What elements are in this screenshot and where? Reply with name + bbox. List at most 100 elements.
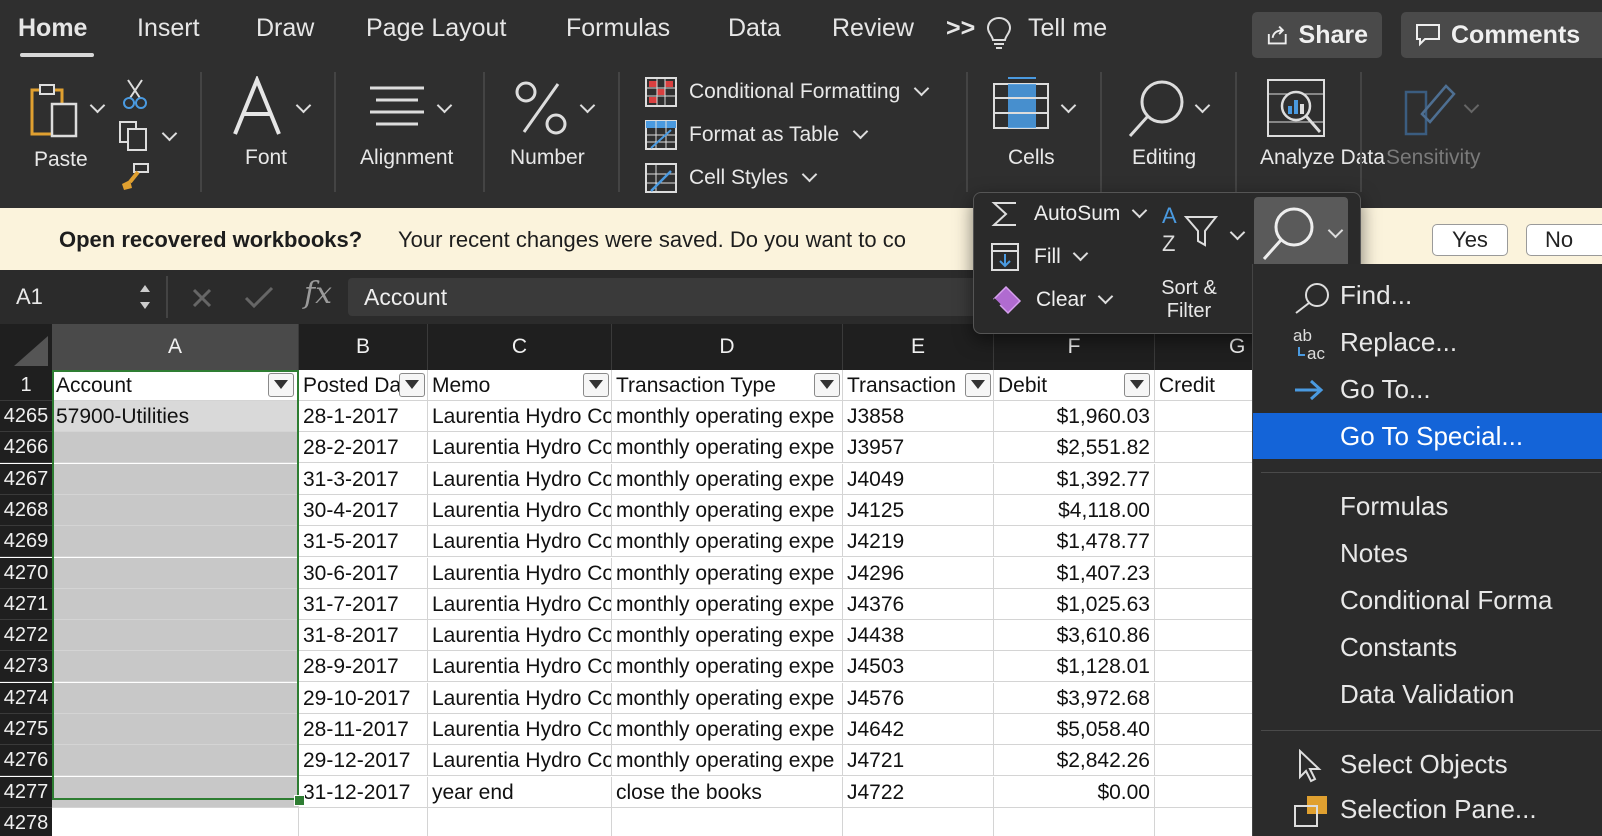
column-header-b[interactable]: B (299, 324, 428, 370)
cell-transaction-type[interactable]: monthly operating expe (612, 714, 843, 745)
yes-button[interactable]: Yes (1432, 224, 1508, 256)
cell-account[interactable]: 57900-Utilities (52, 401, 299, 432)
cell-transaction[interactable]: J4296 (843, 558, 994, 589)
cell-debit[interactable]: $5,058.40 (994, 714, 1155, 745)
row-header[interactable]: 4266 (0, 432, 52, 463)
menu-item-constants[interactable]: Constants (1253, 624, 1602, 670)
cell-account[interactable] (52, 651, 299, 682)
cell-debit[interactable]: $1,960.03 (994, 401, 1155, 432)
cell-memo[interactable]: Laurentia Hydro Co (428, 714, 612, 745)
row-header[interactable]: 1 (0, 370, 52, 401)
row-header[interactable]: 4277 (0, 777, 52, 808)
cell-posted-date[interactable]: 31-3-2017 (299, 464, 428, 495)
cell-posted-date[interactable]: 29-10-2017 (299, 683, 428, 714)
menu-item-selection-pane[interactable]: Selection Pane... (1253, 786, 1602, 832)
paste-button[interactable]: Paste (20, 78, 100, 188)
cell-posted-date[interactable] (299, 808, 428, 836)
tab-page-layout[interactable]: Page Layout (366, 14, 506, 43)
cells-button[interactable]: Cells (990, 76, 1080, 186)
cell-transaction[interactable]: J4503 (843, 651, 994, 682)
cell-memo[interactable]: Laurentia Hydro Co (428, 620, 612, 651)
menu-item-formulas[interactable]: Formulas (1253, 483, 1602, 529)
menu-item-conditional-formatting[interactable]: Conditional Forma (1253, 577, 1602, 623)
cell-debit[interactable]: $1,392.77 (994, 464, 1155, 495)
cell-memo[interactable]: Laurentia Hydro Co (428, 651, 612, 682)
cell-account[interactable] (52, 745, 299, 776)
filter-dropdown-button[interactable] (1124, 373, 1150, 397)
comments-button[interactable]: Comments (1401, 12, 1602, 58)
tell-me-search[interactable]: Tell me (1028, 14, 1107, 43)
cell-memo[interactable]: Laurentia Hydro Co (428, 464, 612, 495)
cell-transaction-type[interactable]: monthly operating expe (612, 745, 843, 776)
menu-item-find[interactable]: Find... (1253, 272, 1602, 318)
select-all-button[interactable] (0, 324, 52, 370)
formula-input[interactable]: Account (348, 278, 988, 316)
cell-transaction[interactable] (843, 808, 994, 836)
cell-posted-date[interactable]: 30-6-2017 (299, 558, 428, 589)
menu-item-select-objects[interactable]: Select Objects (1253, 741, 1602, 787)
analyze-data-button[interactable]: Analyze Data (1256, 76, 1385, 196)
filter-dropdown-button[interactable] (399, 373, 425, 397)
cell-memo[interactable]: Laurentia Hydro Co (428, 432, 612, 463)
find-select-button[interactable] (1254, 197, 1348, 269)
alignment-button[interactable]: Alignment (358, 78, 468, 188)
filter-dropdown-button[interactable] (268, 373, 294, 397)
cell-transaction[interactable]: J3858 (843, 401, 994, 432)
cell-debit[interactable]: $1,128.01 (994, 651, 1155, 682)
cell-transaction-type[interactable]: monthly operating expe (612, 651, 843, 682)
fill-button[interactable]: Fill (990, 240, 1089, 274)
header-cell-posted-date[interactable]: Posted Da (299, 370, 428, 401)
cell-memo[interactable] (428, 808, 612, 836)
cell-posted-date[interactable]: 31-5-2017 (299, 526, 428, 557)
header-cell-account[interactable]: Account (52, 370, 299, 401)
cut-icon[interactable] (122, 78, 148, 110)
cell-posted-date[interactable]: 28-1-2017 (299, 401, 428, 432)
filter-dropdown-button[interactable] (814, 373, 840, 397)
cell-debit[interactable]: $1,478.77 (994, 526, 1155, 557)
cell-transaction-type[interactable]: monthly operating expe (612, 464, 843, 495)
menu-item-goto[interactable]: Go To... (1253, 366, 1602, 412)
cell-memo[interactable]: Laurentia Hydro Co (428, 401, 612, 432)
cell-memo[interactable]: Laurentia Hydro Co (428, 558, 612, 589)
cell-transaction-type[interactable]: monthly operating expe (612, 432, 843, 463)
cell-transaction-type[interactable]: close the books (612, 777, 843, 808)
cell-posted-date[interactable]: 29-12-2017 (299, 745, 428, 776)
cell-account[interactable] (52, 808, 299, 836)
cell-memo[interactable]: Laurentia Hydro Co (428, 495, 612, 526)
cell-transaction-type[interactable] (612, 808, 843, 836)
cell-transaction-type[interactable]: monthly operating expe (612, 683, 843, 714)
cell-account[interactable] (52, 526, 299, 557)
cell-memo[interactable]: Laurentia Hydro Co (428, 683, 612, 714)
cell-transaction[interactable]: J3957 (843, 432, 994, 463)
cell-posted-date[interactable]: 28-11-2017 (299, 714, 428, 745)
cell-posted-date[interactable]: 31-7-2017 (299, 589, 428, 620)
cell-debit[interactable]: $1,407.23 (994, 558, 1155, 589)
cell-debit[interactable]: $1,025.63 (994, 589, 1155, 620)
editing-button[interactable]: Editing (1124, 76, 1214, 186)
cell-debit[interactable] (994, 808, 1155, 836)
conditional-formatting-button[interactable]: Conditional Formatting (645, 75, 930, 109)
cell-account[interactable] (52, 620, 299, 651)
cell-transaction[interactable]: J4376 (843, 589, 994, 620)
row-header[interactable]: 4273 (0, 651, 52, 682)
insert-function-button[interactable]: fx (304, 276, 332, 311)
filter-dropdown-button[interactable] (583, 373, 609, 397)
header-cell-memo[interactable]: Memo (428, 370, 612, 401)
menu-item-data-validation[interactable]: Data Validation (1253, 671, 1602, 717)
autosum-button[interactable]: AutoSum (990, 197, 1148, 231)
sort-filter-button[interactable]: A Z Sort & Filter (1160, 201, 1248, 325)
share-button[interactable]: Share (1252, 12, 1382, 58)
menu-item-replace[interactable]: ab ac Replace... (1253, 319, 1602, 365)
cell-account[interactable] (52, 464, 299, 495)
cell-transaction[interactable]: J4642 (843, 714, 994, 745)
cell-transaction[interactable]: J4438 (843, 620, 994, 651)
name-box-stepper-icon[interactable] (138, 280, 152, 314)
filter-dropdown-button[interactable] (965, 373, 991, 397)
row-header[interactable]: 4268 (0, 495, 52, 526)
cell-transaction-type[interactable]: monthly operating expe (612, 589, 843, 620)
row-header[interactable]: 4271 (0, 589, 52, 620)
cell-debit[interactable]: $3,972.68 (994, 683, 1155, 714)
no-button[interactable]: No (1526, 224, 1602, 256)
cell-transaction-type[interactable]: monthly operating expe (612, 526, 843, 557)
cell-transaction[interactable]: J4576 (843, 683, 994, 714)
